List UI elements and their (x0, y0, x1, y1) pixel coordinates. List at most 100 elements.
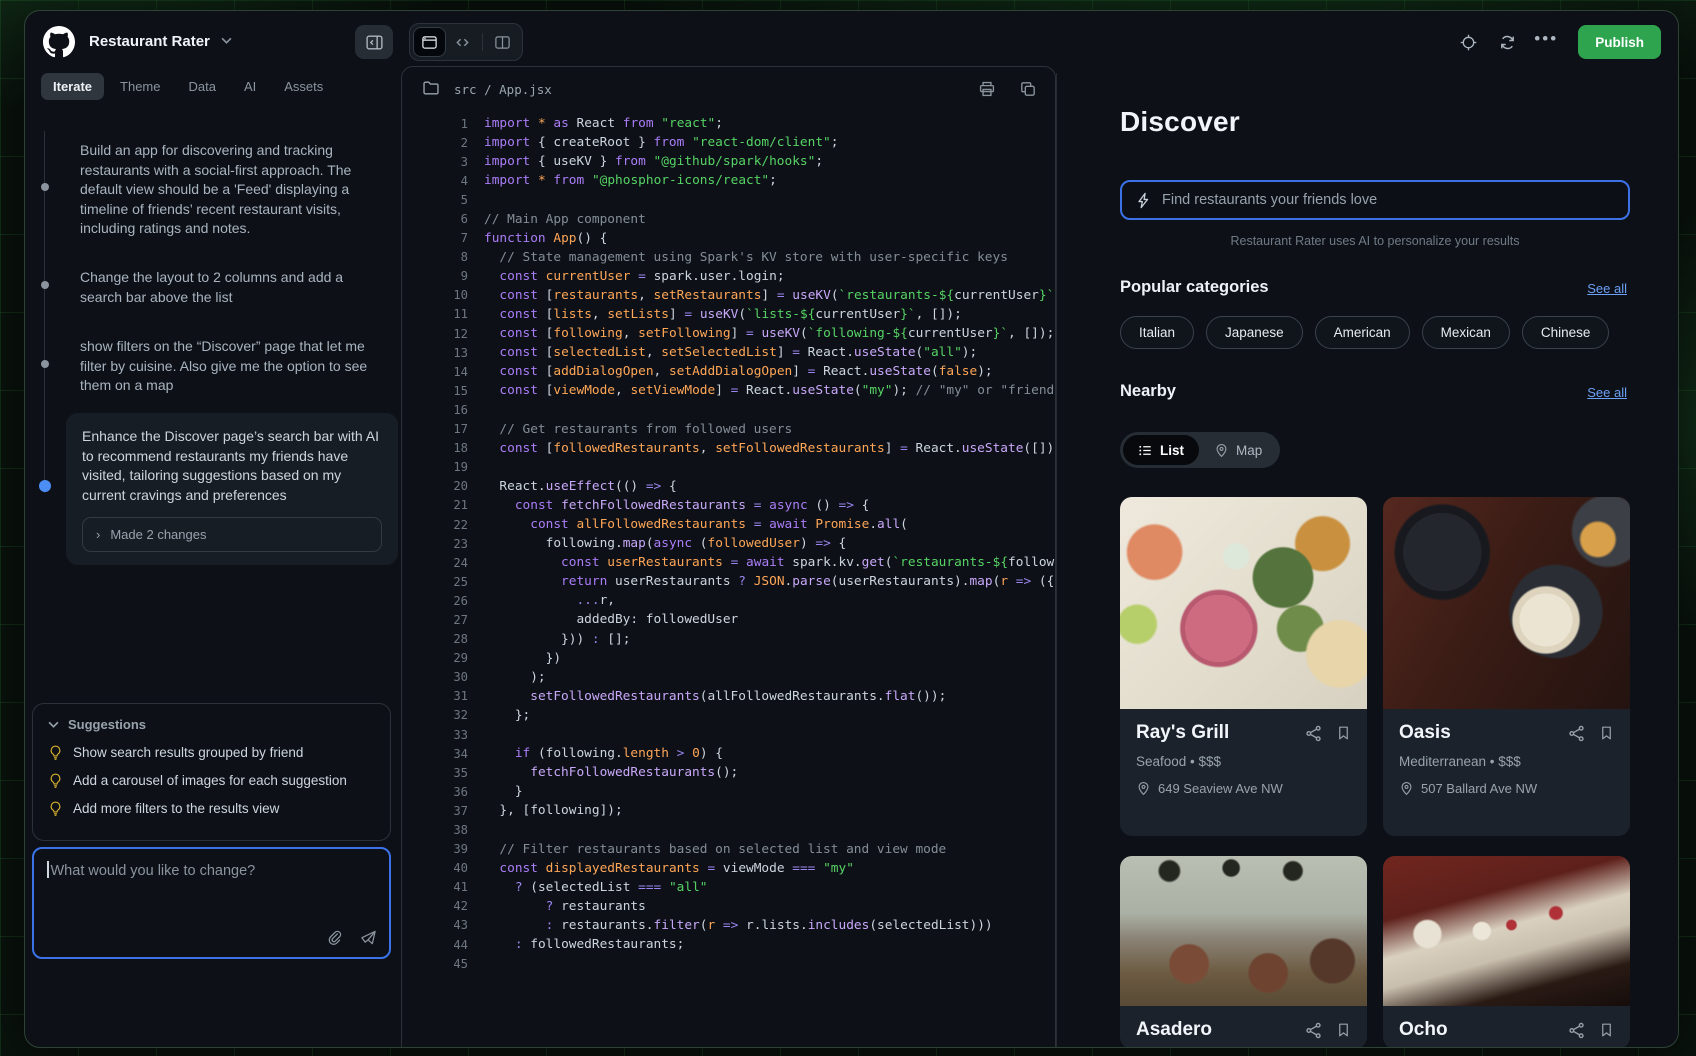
tab-ai[interactable]: AI (232, 73, 268, 100)
category-pill-chinese[interactable]: Chinese (1522, 316, 1610, 349)
bookmark-button[interactable] (1599, 1022, 1614, 1038)
restaurant-card[interactable]: Ocho (1383, 856, 1630, 1047)
split-view-button[interactable] (486, 27, 519, 57)
search-input[interactable]: Find restaurants your friends love (1120, 180, 1630, 220)
suggestions-header[interactable]: Suggestions (48, 717, 375, 732)
code-text: return userRestaurants ? JSON.parse(user… (484, 574, 1054, 589)
folder-icon[interactable] (422, 79, 440, 97)
attach-file-button[interactable] (326, 929, 343, 946)
share-button[interactable] (1305, 1022, 1322, 1039)
share-button[interactable] (1568, 1022, 1585, 1039)
bookmark-button[interactable] (1599, 725, 1614, 741)
chevron-down-icon[interactable] (221, 37, 232, 44)
chevron-right-icon: › (96, 527, 100, 542)
line-number: 7 (402, 231, 468, 245)
code-view-button[interactable] (446, 27, 479, 57)
line-number: 6 (402, 212, 468, 226)
tab-assets[interactable]: Assets (272, 73, 335, 100)
code-text: import * from "@phosphor-icons/react"; (484, 173, 777, 188)
line-number: 26 (402, 594, 468, 608)
line-number: 12 (402, 327, 468, 341)
code-line: 39 // Filter restaurants based on select… (402, 840, 1055, 859)
panel-tabs: IterateThemeDataAIAssets (41, 73, 335, 100)
restaurant-photo (1383, 856, 1630, 1006)
preview-view-button[interactable] (413, 27, 446, 57)
sidebar-toggle-button[interactable] (355, 25, 393, 59)
code-line: 33 (402, 725, 1055, 744)
more-options-button[interactable]: ••• (1531, 27, 1561, 57)
tab-iterate[interactable]: Iterate (41, 73, 104, 100)
nearby-title: Nearby (1120, 382, 1176, 401)
tab-theme[interactable]: Theme (108, 73, 172, 100)
bookmark-icon[interactable] (1599, 1022, 1614, 1038)
share-button[interactable] (1305, 725, 1322, 742)
divider (482, 33, 483, 51)
code-editor-panel: src / App.jsx 1import * as React from "r… (401, 66, 1056, 1048)
category-pill-mexican[interactable]: Mexican (1422, 316, 1510, 349)
restaurant-card[interactable]: Ray's GrillSeafood • $$$649 Seaview Ave … (1120, 497, 1367, 836)
refresh-button[interactable] (1492, 27, 1522, 57)
restaurant-name: Asadero (1136, 1019, 1291, 1041)
code-text: import { useKV } from "@github/spark/hoo… (484, 154, 823, 169)
timeline-dot (41, 183, 49, 191)
app-title[interactable]: Restaurant Rater (89, 33, 210, 50)
share-icon[interactable] (1305, 725, 1322, 742)
prompt-message-card[interactable]: Enhance the Discover page’s search bar w… (66, 413, 398, 565)
code-brackets-icon (454, 34, 471, 51)
restaurant-address: 507 Ballard Ave NW (1399, 781, 1614, 796)
lightbulb-icon (48, 773, 63, 788)
send-button[interactable] (360, 929, 377, 946)
code-line: 2import { createRoot } from "react-dom/c… (402, 133, 1055, 152)
publish-button[interactable]: Publish (1578, 25, 1661, 59)
tab-data[interactable]: Data (177, 73, 228, 100)
prompt-input[interactable]: What would you like to change? (32, 847, 391, 959)
code-text: const [restaurants, setRestaurants] = us… (484, 288, 1055, 303)
bookmark-icon[interactable] (1599, 725, 1614, 741)
code-area[interactable]: 1import * as React from "react";2import … (402, 114, 1055, 1048)
restaurant-card[interactable]: Asadero (1120, 856, 1367, 1047)
popular-categories-title: Popular categories (1120, 278, 1269, 297)
toggle-list[interactable]: List (1123, 435, 1199, 465)
target-button[interactable] (1453, 27, 1483, 57)
code-text: const [viewMode, setViewMode] = React.us… (484, 383, 1055, 398)
bookmark-button[interactable] (1336, 1022, 1351, 1038)
toggle-map[interactable]: Map (1199, 435, 1277, 465)
copy-code-button[interactable] (1019, 80, 1037, 98)
line-number: 34 (402, 747, 468, 761)
code-text: const allFollowedRestaurants = await Pro… (484, 517, 908, 532)
restaurant-photo (1120, 497, 1367, 709)
see-all-nearby-link[interactable]: See all (1587, 385, 1627, 400)
share-icon[interactable] (1568, 1022, 1585, 1039)
bookmark-button[interactable] (1336, 725, 1351, 741)
format-button[interactable] (978, 80, 996, 98)
category-pills: Italian Japanese American Mexican Chinese (1120, 316, 1609, 349)
share-icon[interactable] (1568, 725, 1585, 742)
share-icon[interactable] (1305, 1022, 1322, 1039)
code-text: })) : []; (484, 632, 630, 647)
category-pill-american[interactable]: American (1315, 316, 1410, 349)
lightbulb-icon (48, 745, 63, 760)
category-pill-japanese[interactable]: Japanese (1206, 316, 1303, 349)
file-breadcrumb[interactable]: src / App.jsx (454, 82, 552, 97)
code-line: 21 const fetchFollowedRestaurants = asyn… (402, 496, 1055, 515)
code-text: // State management using Spark's KV sto… (484, 250, 1008, 265)
line-number: 5 (402, 193, 468, 207)
code-text: const [following, setFollowing] = useKV(… (484, 326, 1054, 341)
see-all-categories-link[interactable]: See all (1587, 281, 1627, 296)
share-button[interactable] (1568, 725, 1585, 742)
card-info: Asadero (1120, 1006, 1367, 1047)
code-text: if (following.length > 0) { (484, 746, 723, 761)
text-cursor (47, 861, 49, 878)
made-changes-button[interactable]: ›Made 2 changes (82, 517, 382, 552)
suggestion-item[interactable]: Add more filters to the results view (48, 801, 375, 816)
code-line: 20 React.useEffect(() => { (402, 477, 1055, 496)
bookmark-icon[interactable] (1336, 1022, 1351, 1038)
category-pill-italian[interactable]: Italian (1120, 316, 1194, 349)
printer-icon (978, 80, 996, 98)
suggestion-item[interactable]: Show search results grouped by friend (48, 745, 375, 760)
restaurant-cuisine: Mediterranean • $$$ (1399, 754, 1614, 769)
bookmark-icon[interactable] (1336, 725, 1351, 741)
code-line: 44 : followedRestaurants; (402, 935, 1055, 954)
suggestion-item[interactable]: Add a carousel of images for each sugges… (48, 773, 375, 788)
restaurant-card[interactable]: OasisMediterranean • $$$507 Ballard Ave … (1383, 497, 1630, 836)
